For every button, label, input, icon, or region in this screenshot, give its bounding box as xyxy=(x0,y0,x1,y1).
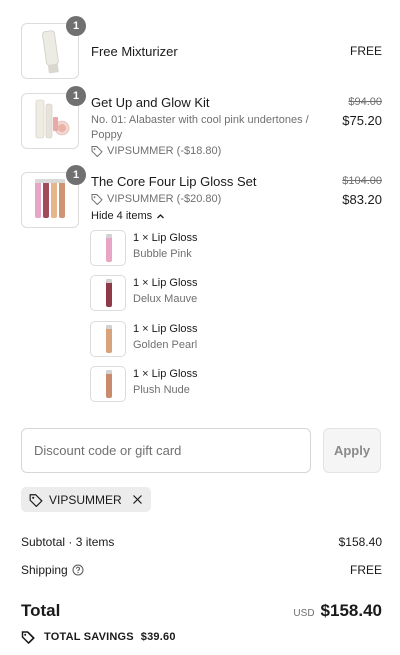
subtotal-value: $158.40 xyxy=(338,535,382,549)
shipping-row: Shipping FREE xyxy=(21,563,382,579)
applied-discount-code: VIPSUMMER xyxy=(49,492,122,507)
sub-item: 1 × Lip Gloss Plush Nude xyxy=(90,366,382,402)
product-price: FREE xyxy=(349,44,382,58)
tag-icon xyxy=(29,493,43,507)
total-amount: $158.40 xyxy=(320,601,382,620)
sub-item-name: 1 × Lip Gloss xyxy=(133,368,198,380)
tag-icon xyxy=(91,194,103,205)
lip-gloss-image xyxy=(106,279,112,307)
subtotal-label: Subtotal · 3 items xyxy=(21,535,115,549)
sub-item: 1 × Lip Gloss Delux Mauve xyxy=(90,275,382,311)
subtotal-row: Subtotal · 3 items $158.40 xyxy=(21,535,382,551)
applied-discount-chip: VIPSUMMER xyxy=(21,487,151,512)
sub-item-thumbnail xyxy=(90,275,126,311)
shipping-label: Shipping xyxy=(21,563,68,577)
savings-value: $39.60 xyxy=(140,631,176,643)
total-label: Total xyxy=(21,601,61,620)
sub-item: 1 × Lip Gloss Golden Pearl xyxy=(90,321,382,357)
chevron-up-icon xyxy=(157,213,165,218)
shipping-value: FREE xyxy=(349,563,382,577)
total-amount-group: USD $158.40 xyxy=(293,601,382,621)
quantity-badge: 1 xyxy=(66,165,86,185)
product-name: The Core Four Lip Gloss Set xyxy=(91,174,257,189)
quantity-badge: 1 xyxy=(66,16,86,36)
discount-code-input[interactable] xyxy=(21,428,311,473)
question-circle-icon[interactable] xyxy=(72,564,84,576)
savings-tag-icon xyxy=(21,631,35,644)
product-name: Free Mixturizer xyxy=(91,44,178,59)
product-thumbnail: 1 xyxy=(21,165,86,228)
tag-icon xyxy=(91,146,103,157)
item-discount: VIPSUMMER (-$18.80) xyxy=(91,145,221,157)
quantity-badge: 1 xyxy=(66,86,86,106)
close-icon[interactable] xyxy=(132,494,143,505)
product-thumbnail: 1 xyxy=(21,16,86,79)
sub-item-thumbnail xyxy=(90,230,126,266)
product-price: $83.20 xyxy=(342,192,382,207)
lip-gloss-image xyxy=(106,325,112,353)
product-variant: No. 01: Alabaster with cool pink underto… xyxy=(91,114,309,141)
hide-items-label: Hide 4 items xyxy=(91,210,153,222)
currency-code: USD xyxy=(293,608,315,619)
original-price: $104.00 xyxy=(342,175,382,187)
original-price: $94.00 xyxy=(348,96,382,108)
sub-item-variant: Plush Nude xyxy=(133,384,190,396)
shipping-label-group: Shipping xyxy=(21,563,84,577)
item-discount-text: VIPSUMMER (-$18.80) xyxy=(107,145,222,157)
sub-item-name: 1 × Lip Gloss xyxy=(133,323,198,335)
total-savings: TOTAL SAVINGS $39.60 xyxy=(21,630,176,644)
product-price: $75.20 xyxy=(342,113,382,128)
line-item-glow-kit: 1 Get Up and Glow Kit $94.00 $75.20 No. … xyxy=(21,86,382,157)
sub-item-name: 1 × Lip Gloss xyxy=(133,277,198,289)
product-name: Get Up and Glow Kit xyxy=(91,95,210,110)
sub-item-variant: Golden Pearl xyxy=(133,339,198,351)
sub-item-thumbnail xyxy=(90,366,126,402)
product-thumbnail: 1 xyxy=(21,86,86,149)
sub-item-variant: Bubble Pink xyxy=(133,248,192,260)
sub-item-name: 1 × Lip Gloss xyxy=(133,232,198,244)
line-item-lip-gloss-set: 1 The Core Four Lip Gloss Set $104.00 VI… xyxy=(21,165,382,402)
apply-discount-button[interactable]: Apply xyxy=(323,428,381,473)
lip-gloss-image xyxy=(106,370,112,398)
savings-label: TOTAL SAVINGS xyxy=(44,631,134,643)
item-discount-text: VIPSUMMER (-$20.80) xyxy=(107,193,222,205)
sub-item-thumbnail xyxy=(90,321,126,357)
hide-items-toggle[interactable]: Hide 4 items xyxy=(91,210,165,222)
item-discount: VIPSUMMER (-$20.80) xyxy=(91,193,221,205)
sub-item: 1 × Lip Gloss Bubble Pink xyxy=(90,230,382,266)
lip-gloss-image xyxy=(106,234,112,262)
sub-item-variant: Delux Mauve xyxy=(133,293,198,305)
line-item-mixturizer: 1 Free Mixturizer FREE xyxy=(21,16,382,79)
